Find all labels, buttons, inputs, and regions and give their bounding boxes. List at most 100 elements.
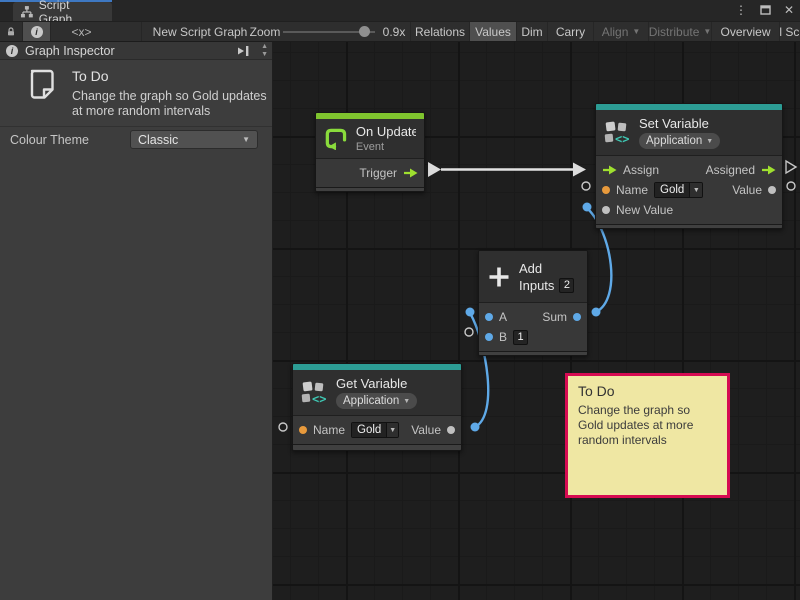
window-maximize-icon[interactable] xyxy=(758,2,772,18)
distribute-dropdown[interactable]: Distribute▼ xyxy=(648,22,711,41)
chevron-down-icon: ▼ xyxy=(242,135,250,144)
plus-icon xyxy=(487,265,511,289)
arrow-down-icon[interactable]: ▼ xyxy=(261,51,268,59)
flow-arrow-icon[interactable] xyxy=(403,168,418,178)
assigned-port-label: Assigned xyxy=(706,163,755,177)
variable-name-dropdown[interactable]: Gold▼ xyxy=(654,182,703,198)
b-port-label: B xyxy=(499,330,507,344)
node-on-update[interactable]: On Update Event Trigger xyxy=(315,112,425,192)
inspector-title: Graph Inspector xyxy=(25,44,115,58)
carry-button[interactable]: Carry xyxy=(547,22,593,41)
new-script-graph-label: New Script Graph xyxy=(153,25,248,39)
lock-button[interactable] xyxy=(0,22,22,41)
value-port-icon[interactable] xyxy=(768,186,776,194)
overview-button[interactable]: Overview xyxy=(711,22,779,41)
inspector-header: i Graph Inspector ▲▼ xyxy=(0,42,272,60)
graph-canvas[interactable]: On Update Event Trigger xyxy=(273,42,800,600)
svg-text:<>: <> xyxy=(615,132,629,146)
node-resize-strip xyxy=(479,351,587,356)
node-subtitle: Event xyxy=(356,141,416,153)
sticky-note-body: Change the graph so Gold updates at more… xyxy=(578,403,718,448)
b-port-icon[interactable] xyxy=(485,333,493,341)
info-icon: i xyxy=(6,45,18,57)
variable-scope-dropdown[interactable]: Application▼ xyxy=(336,393,417,409)
lock-icon xyxy=(6,25,16,38)
name-port-label: Name xyxy=(313,423,345,437)
sticky-note-icon xyxy=(27,68,55,100)
name-port-label: Name xyxy=(616,183,648,197)
sticky-note[interactable]: To Do Change the graph so Gold updates a… xyxy=(565,373,730,498)
colour-theme-value: Classic xyxy=(138,133,178,147)
port-get-value-output[interactable] xyxy=(471,423,480,432)
zoom-slider-handle[interactable] xyxy=(359,26,370,37)
new-value-port-label: New Value xyxy=(616,203,673,217)
value-port-icon[interactable] xyxy=(447,426,455,434)
arrow-up-icon[interactable]: ▲ xyxy=(261,43,268,51)
update-loop-icon xyxy=(324,127,348,150)
node-add[interactable]: Add Inputs 2 A Sum B xyxy=(478,250,588,356)
port-set-newvalue-input[interactable] xyxy=(583,203,592,212)
panel-scroll-arrows[interactable]: ▲▼ xyxy=(261,43,268,59)
inspector-toggle-button[interactable]: i xyxy=(22,22,50,41)
chevron-down-icon: ▼ xyxy=(689,183,702,197)
chevron-down-icon: ▼ xyxy=(706,138,713,145)
port-add-sum-output[interactable] xyxy=(592,308,601,317)
flow-arrow-icon[interactable] xyxy=(602,165,617,175)
zoom-value: 0.9x xyxy=(378,22,410,41)
node-set-variable[interactable]: <> Set Variable Application▼ Assign Assi… xyxy=(595,103,783,229)
variable-scope-dropdown[interactable]: Application▼ xyxy=(639,133,720,149)
port-set-value-output[interactable] xyxy=(787,182,795,190)
sum-port-label: Sum xyxy=(542,310,567,324)
node-title: On Update xyxy=(356,124,416,139)
name-port-icon[interactable] xyxy=(299,426,307,434)
graph-toolbar: i <x> New Script Graph Zoom 0.9x Relatio… xyxy=(0,21,800,42)
port-add-a-input[interactable] xyxy=(466,308,475,317)
values-button[interactable]: Values xyxy=(469,22,516,41)
node-title: Set Variable xyxy=(639,116,720,131)
node-title: Get Variable xyxy=(336,376,417,391)
inspector-todo-body: Change the graph so Gold updates at more… xyxy=(72,89,272,119)
code-icon: <x> xyxy=(71,25,91,39)
port-get-name-input[interactable] xyxy=(279,423,287,431)
name-port-icon[interactable] xyxy=(602,186,610,194)
dim-button[interactable]: Dim xyxy=(516,22,547,41)
divider xyxy=(0,126,272,127)
sticky-note-title: To Do xyxy=(578,383,717,399)
colour-theme-dropdown[interactable]: Classic ▼ xyxy=(130,130,258,149)
code-view-button[interactable]: <x> xyxy=(50,22,112,41)
relations-button[interactable]: Relations xyxy=(410,22,469,41)
b-value-field[interactable]: 1 xyxy=(513,330,528,345)
node-title: Add xyxy=(519,261,574,276)
port-set-assigned-output[interactable] xyxy=(786,161,796,173)
inspector-todo-title: To Do xyxy=(72,68,109,84)
colour-theme-label: Colour Theme xyxy=(10,133,89,147)
port-add-b-input[interactable] xyxy=(465,328,473,336)
assign-port-label: Assign xyxy=(623,163,659,177)
new-value-port-icon[interactable] xyxy=(602,206,610,214)
value-port-label: Value xyxy=(411,423,441,437)
tab-strip: Script Graph ⋮ ✕ xyxy=(0,0,800,21)
inputs-label: Inputs xyxy=(519,278,554,293)
port-trigger-output[interactable] xyxy=(428,162,441,177)
trigger-port-label: Trigger xyxy=(359,166,397,180)
flow-arrow-icon[interactable] xyxy=(761,165,776,175)
dock-panel-icon[interactable] xyxy=(237,45,250,57)
node-get-variable[interactable]: <> Get Variable Application▼ Name Gold▼ … xyxy=(292,363,462,451)
variables-icon: <> xyxy=(301,380,328,406)
a-port-icon[interactable] xyxy=(485,313,493,321)
full-screen-button[interactable]: Full Screen xyxy=(779,22,800,41)
node-resize-strip xyxy=(293,444,461,451)
inputs-count-field[interactable]: 2 xyxy=(559,278,574,293)
variable-name-dropdown[interactable]: Gold▼ xyxy=(351,422,399,438)
new-script-graph-button[interactable]: New Script Graph xyxy=(141,22,253,41)
sum-port-icon[interactable] xyxy=(573,313,581,321)
window-close-icon[interactable]: ✕ xyxy=(782,2,796,18)
node-resize-strip xyxy=(316,187,424,192)
tab-script-graph[interactable]: Script Graph xyxy=(13,2,112,21)
zoom-label: Zoom xyxy=(247,22,283,41)
align-dropdown[interactable]: Align▼ xyxy=(593,22,648,41)
port-set-name-input[interactable] xyxy=(582,182,590,190)
chevron-down-icon: ▼ xyxy=(703,27,711,36)
graph-inspector-panel: i Graph Inspector ▲▼ To Do Change the gr… xyxy=(0,42,273,600)
window-menu-icon[interactable]: ⋮ xyxy=(734,2,748,18)
